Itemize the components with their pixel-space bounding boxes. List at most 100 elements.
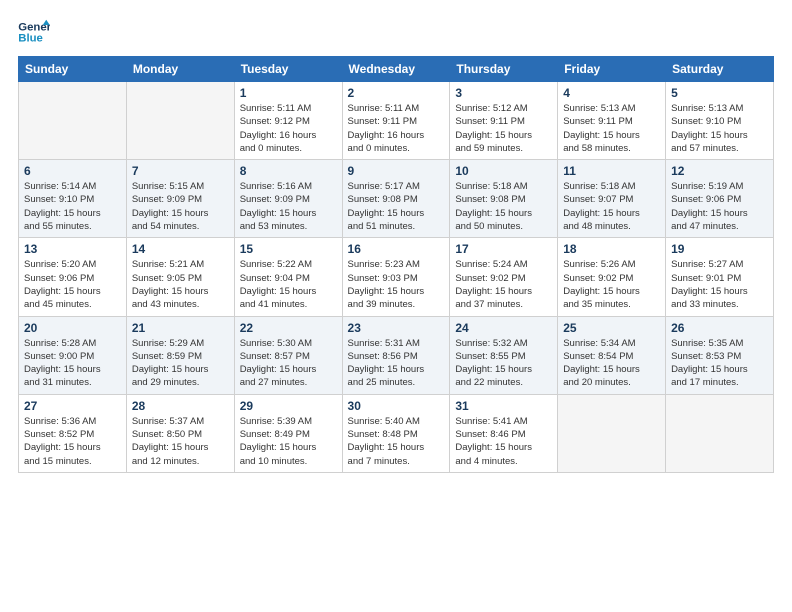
calendar-cell: 28 Sunrise: 5:37 AMSunset: 8:50 PMDayligh… xyxy=(126,394,234,472)
calendar-table: SundayMondayTuesdayWednesdayThursdayFrid… xyxy=(18,56,774,473)
day-number: 19 xyxy=(671,242,768,256)
day-info: Sunrise: 5:12 AMSunset: 9:11 PMDaylight:… xyxy=(455,102,552,155)
day-info: Sunrise: 5:18 AMSunset: 9:08 PMDaylight:… xyxy=(455,180,552,233)
weekday-monday: Monday xyxy=(126,57,234,82)
calendar-cell xyxy=(126,82,234,160)
day-number: 2 xyxy=(348,86,445,100)
calendar-cell xyxy=(558,394,666,472)
day-number: 22 xyxy=(240,321,337,335)
day-info: Sunrise: 5:30 AMSunset: 8:57 PMDaylight:… xyxy=(240,337,337,390)
calendar-cell: 19 Sunrise: 5:27 AMSunset: 9:01 PMDayligh… xyxy=(666,238,774,316)
calendar-week-1: 1 Sunrise: 5:11 AMSunset: 9:12 PMDaylight… xyxy=(19,82,774,160)
calendar-cell: 17 Sunrise: 5:24 AMSunset: 9:02 PMDayligh… xyxy=(450,238,558,316)
day-number: 23 xyxy=(348,321,445,335)
calendar-week-2: 6Sunrise: 5:14 AMSunset: 9:10 PMDaylight… xyxy=(19,160,774,238)
calendar-cell: 27 Sunrise: 5:36 AMSunset: 8:52 PMDayligh… xyxy=(19,394,127,472)
day-info: Sunrise: 5:26 AMSunset: 9:02 PMDaylight:… xyxy=(563,258,660,311)
day-info: Sunrise: 5:11 AMSunset: 9:11 PMDaylight:… xyxy=(348,102,445,155)
day-number: 13 xyxy=(24,242,121,256)
calendar-cell: 26 Sunrise: 5:35 AMSunset: 8:53 PMDayligh… xyxy=(666,316,774,394)
calendar-cell: 12Sunrise: 5:19 AMSunset: 9:06 PMDayligh… xyxy=(666,160,774,238)
day-info: Sunrise: 5:16 AMSunset: 9:09 PMDaylight:… xyxy=(240,180,337,233)
day-number: 27 xyxy=(24,399,121,413)
day-number: 5 xyxy=(671,86,768,100)
day-number: 10 xyxy=(455,164,552,178)
calendar-cell: 1 Sunrise: 5:11 AMSunset: 9:12 PMDaylight… xyxy=(234,82,342,160)
day-info: Sunrise: 5:18 AMSunset: 9:07 PMDaylight:… xyxy=(563,180,660,233)
day-info: Sunrise: 5:23 AMSunset: 9:03 PMDaylight:… xyxy=(348,258,445,311)
day-number: 25 xyxy=(563,321,660,335)
day-number: 31 xyxy=(455,399,552,413)
day-number: 6 xyxy=(24,164,121,178)
day-info: Sunrise: 5:41 AMSunset: 8:46 PMDaylight:… xyxy=(455,415,552,468)
day-info: Sunrise: 5:40 AMSunset: 8:48 PMDaylight:… xyxy=(348,415,445,468)
day-number: 30 xyxy=(348,399,445,413)
weekday-header-row: SundayMondayTuesdayWednesdayThursdayFrid… xyxy=(19,57,774,82)
weekday-wednesday: Wednesday xyxy=(342,57,450,82)
day-info: Sunrise: 5:36 AMSunset: 8:52 PMDaylight:… xyxy=(24,415,121,468)
calendar-cell: 4Sunrise: 5:13 AMSunset: 9:11 PMDaylight… xyxy=(558,82,666,160)
day-info: Sunrise: 5:39 AMSunset: 8:49 PMDaylight:… xyxy=(240,415,337,468)
calendar-cell: 30 Sunrise: 5:40 AMSunset: 8:48 PMDayligh… xyxy=(342,394,450,472)
calendar-cell: 8 Sunrise: 5:16 AMSunset: 9:09 PMDaylight… xyxy=(234,160,342,238)
day-number: 16 xyxy=(348,242,445,256)
calendar-cell: 31 Sunrise: 5:41 AMSunset: 8:46 PMDayligh… xyxy=(450,394,558,472)
day-number: 21 xyxy=(132,321,229,335)
calendar-cell: 29 Sunrise: 5:39 AMSunset: 8:49 PMDayligh… xyxy=(234,394,342,472)
day-info: Sunrise: 5:29 AMSunset: 8:59 PMDaylight:… xyxy=(132,337,229,390)
day-number: 3 xyxy=(455,86,552,100)
calendar-cell: 2 Sunrise: 5:11 AMSunset: 9:11 PMDaylight… xyxy=(342,82,450,160)
day-info: Sunrise: 5:24 AMSunset: 9:02 PMDaylight:… xyxy=(455,258,552,311)
calendar-cell: 7Sunrise: 5:15 AMSunset: 9:09 PMDaylight… xyxy=(126,160,234,238)
calendar-cell: 3 Sunrise: 5:12 AMSunset: 9:11 PMDaylight… xyxy=(450,82,558,160)
day-number: 1 xyxy=(240,86,337,100)
calendar-cell: 21 Sunrise: 5:29 AMSunset: 8:59 PMDayligh… xyxy=(126,316,234,394)
calendar-cell xyxy=(666,394,774,472)
header: General Blue xyxy=(18,18,774,46)
calendar-cell: 23Sunrise: 5:31 AMSunset: 8:56 PMDayligh… xyxy=(342,316,450,394)
day-info: Sunrise: 5:15 AMSunset: 9:09 PMDaylight:… xyxy=(132,180,229,233)
calendar-cell: 14Sunrise: 5:21 AMSunset: 9:05 PMDayligh… xyxy=(126,238,234,316)
calendar-cell: 15Sunrise: 5:22 AMSunset: 9:04 PMDayligh… xyxy=(234,238,342,316)
calendar-cell: 11Sunrise: 5:18 AMSunset: 9:07 PMDayligh… xyxy=(558,160,666,238)
calendar-cell: 9 Sunrise: 5:17 AMSunset: 9:08 PMDaylight… xyxy=(342,160,450,238)
logo-icon: General Blue xyxy=(18,18,50,46)
page: General Blue SundayMondayTuesdayWednesda… xyxy=(0,0,792,612)
calendar-cell: 6Sunrise: 5:14 AMSunset: 9:10 PMDaylight… xyxy=(19,160,127,238)
weekday-saturday: Saturday xyxy=(666,57,774,82)
day-info: Sunrise: 5:17 AMSunset: 9:08 PMDaylight:… xyxy=(348,180,445,233)
day-number: 14 xyxy=(132,242,229,256)
calendar-cell: 18 Sunrise: 5:26 AMSunset: 9:02 PMDayligh… xyxy=(558,238,666,316)
day-number: 18 xyxy=(563,242,660,256)
day-number: 8 xyxy=(240,164,337,178)
day-number: 26 xyxy=(671,321,768,335)
day-info: Sunrise: 5:32 AMSunset: 8:55 PMDaylight:… xyxy=(455,337,552,390)
day-info: Sunrise: 5:19 AMSunset: 9:06 PMDaylight:… xyxy=(671,180,768,233)
day-info: Sunrise: 5:28 AMSunset: 9:00 PMDaylight:… xyxy=(24,337,121,390)
weekday-tuesday: Tuesday xyxy=(234,57,342,82)
calendar-cell: 10 Sunrise: 5:18 AMSunset: 9:08 PMDayligh… xyxy=(450,160,558,238)
weekday-thursday: Thursday xyxy=(450,57,558,82)
day-info: Sunrise: 5:20 AMSunset: 9:06 PMDaylight:… xyxy=(24,258,121,311)
calendar-cell: 24 Sunrise: 5:32 AMSunset: 8:55 PMDayligh… xyxy=(450,316,558,394)
calendar-cell: 25 Sunrise: 5:34 AMSunset: 8:54 PMDayligh… xyxy=(558,316,666,394)
day-info: Sunrise: 5:37 AMSunset: 8:50 PMDaylight:… xyxy=(132,415,229,468)
day-info: Sunrise: 5:13 AMSunset: 9:10 PMDaylight:… xyxy=(671,102,768,155)
day-number: 9 xyxy=(348,164,445,178)
calendar-cell: 22 Sunrise: 5:30 AMSunset: 8:57 PMDayligh… xyxy=(234,316,342,394)
day-number: 24 xyxy=(455,321,552,335)
day-info: Sunrise: 5:35 AMSunset: 8:53 PMDaylight:… xyxy=(671,337,768,390)
calendar-cell: 13 Sunrise: 5:20 AMSunset: 9:06 PMDayligh… xyxy=(19,238,127,316)
day-number: 4 xyxy=(563,86,660,100)
day-info: Sunrise: 5:27 AMSunset: 9:01 PMDaylight:… xyxy=(671,258,768,311)
weekday-sunday: Sunday xyxy=(19,57,127,82)
day-number: 20 xyxy=(24,321,121,335)
day-number: 17 xyxy=(455,242,552,256)
day-info: Sunrise: 5:11 AMSunset: 9:12 PMDaylight:… xyxy=(240,102,337,155)
svg-text:Blue: Blue xyxy=(18,33,43,45)
calendar-week-5: 27 Sunrise: 5:36 AMSunset: 8:52 PMDayligh… xyxy=(19,394,774,472)
day-number: 28 xyxy=(132,399,229,413)
day-info: Sunrise: 5:34 AMSunset: 8:54 PMDaylight:… xyxy=(563,337,660,390)
calendar-cell: 5 Sunrise: 5:13 AMSunset: 9:10 PMDaylight… xyxy=(666,82,774,160)
day-number: 29 xyxy=(240,399,337,413)
